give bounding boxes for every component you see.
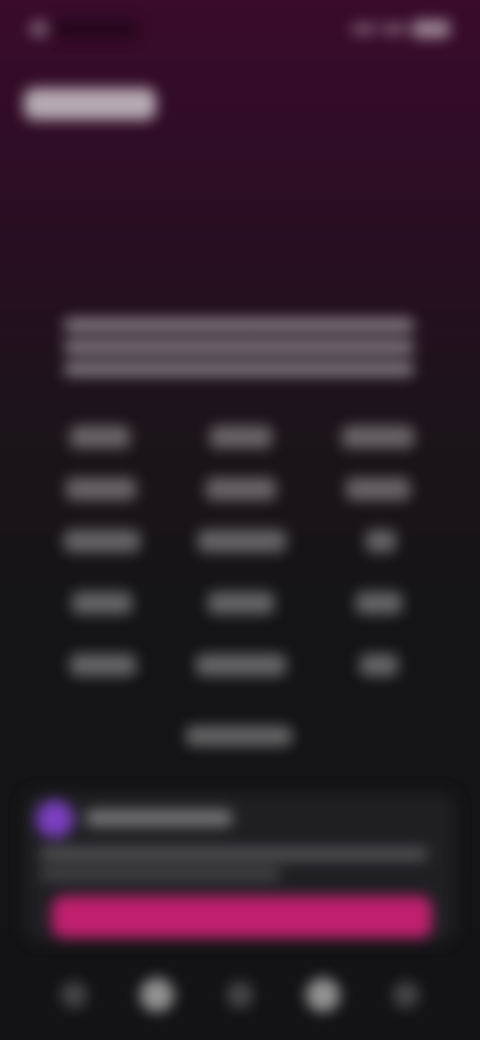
grid-cell[interactable]: [206, 478, 276, 500]
library-icon: [139, 978, 174, 1012]
status-left: [30, 20, 138, 38]
grid-cell[interactable]: [360, 654, 398, 676]
nav-search[interactable]: [217, 972, 263, 1018]
grid-cell[interactable]: [342, 426, 414, 448]
nav-more[interactable]: [383, 972, 429, 1018]
grid-cell[interactable]: [70, 426, 130, 448]
avatar: [36, 800, 74, 838]
description-line: [64, 362, 414, 376]
card-title: [86, 810, 232, 826]
back-button[interactable]: [24, 88, 156, 120]
status-block: [54, 20, 138, 38]
grid-cell[interactable]: [346, 478, 410, 500]
grid-cell[interactable]: [196, 654, 286, 676]
grid-cell[interactable]: [208, 592, 274, 614]
signal-icon: [352, 24, 376, 34]
status-right: [352, 20, 450, 38]
wifi-icon: [382, 24, 406, 34]
search-icon: [226, 982, 253, 1008]
grid-cell[interactable]: [366, 530, 396, 552]
see-more-link[interactable]: [186, 726, 292, 746]
status-indicator-icon: [30, 20, 48, 38]
profile-icon: [306, 978, 341, 1012]
more-icon: [393, 982, 420, 1008]
grid-cell[interactable]: [66, 478, 136, 500]
description-line: [64, 318, 414, 332]
grid-cell[interactable]: [64, 530, 140, 552]
status-bar: [30, 14, 450, 44]
card-text-line: [40, 848, 428, 860]
grid-cell[interactable]: [72, 592, 132, 614]
description-line: [64, 340, 414, 354]
nav-library[interactable]: [134, 972, 180, 1018]
nav-profile[interactable]: [300, 972, 346, 1018]
grid-cell[interactable]: [70, 654, 136, 676]
grid-cell[interactable]: [198, 530, 286, 552]
battery-icon: [412, 20, 450, 38]
grid-cell[interactable]: [210, 426, 272, 448]
cta-button[interactable]: [52, 896, 432, 938]
bottom-nav: [0, 950, 480, 1040]
blurred-screen: [0, 0, 480, 1040]
card-text-line: [40, 868, 280, 880]
options-grid: [60, 420, 420, 700]
grid-cell[interactable]: [356, 592, 402, 614]
home-icon: [60, 982, 87, 1008]
nav-home[interactable]: [51, 972, 97, 1018]
